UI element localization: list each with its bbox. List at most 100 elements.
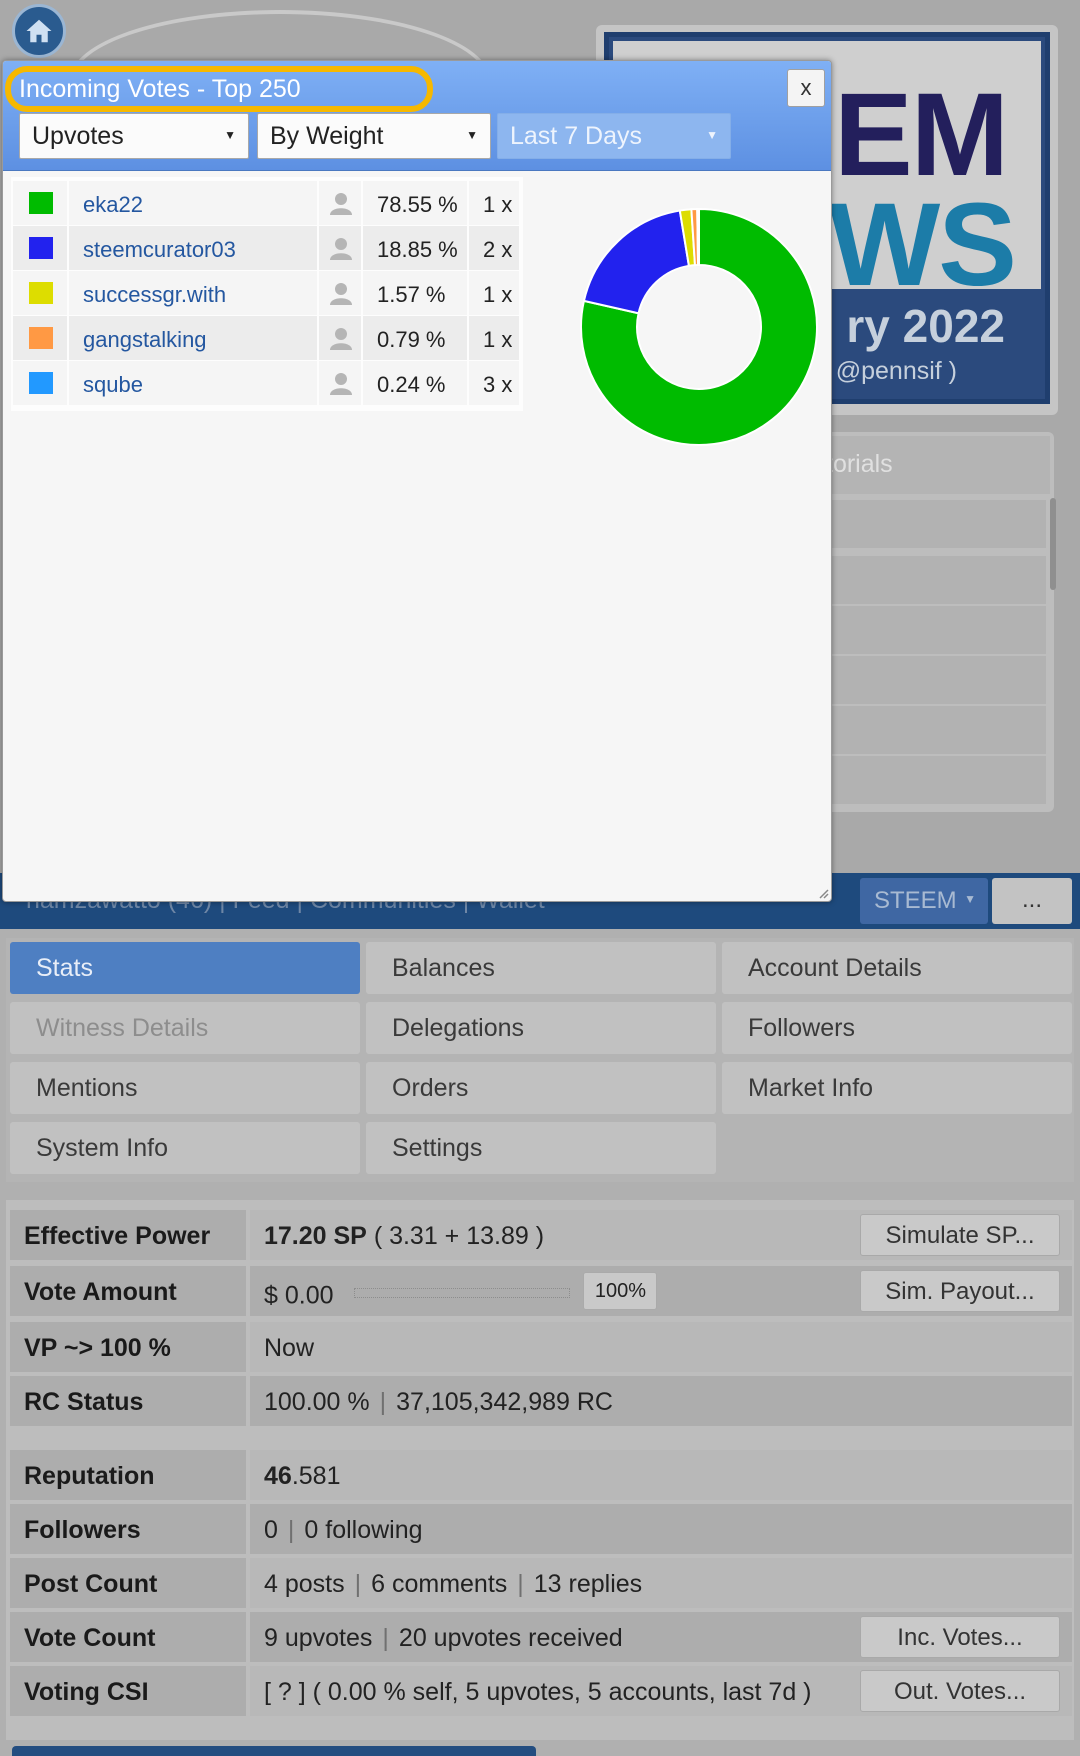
comments-count: 6 comments — [371, 1570, 508, 1598]
side-scrollbar[interactable] — [1050, 498, 1056, 590]
reputation-decimal: .581 — [291, 1462, 341, 1490]
user-icon[interactable] — [329, 236, 353, 260]
side-list-item[interactable] — [826, 606, 1046, 654]
stat-followers: Followers 0 | 0 following — [10, 1504, 1072, 1554]
donut-slice-steemcurator03[interactable] — [582, 209, 691, 315]
vote-percent: 0.24 % — [363, 361, 467, 405]
side-list-item[interactable] — [826, 500, 1046, 548]
vote-percent: 1.57 % — [363, 271, 467, 315]
sim-payout-button[interactable]: Sim. Payout... — [860, 1270, 1060, 1312]
stat-label: Voting CSI — [10, 1666, 246, 1716]
donut-slice-sqube[interactable] — [696, 207, 700, 267]
incoming-votes-dialog: Incoming Votes - Top 250 x Upvotes ▼ By … — [2, 60, 832, 902]
vote-count: 1 x — [469, 316, 519, 360]
tab-followers[interactable]: Followers — [722, 1002, 1072, 1054]
upvotes-received: 20 upvotes received — [398, 1624, 623, 1652]
voter-link[interactable]: eka22 — [69, 181, 317, 225]
rc-percent: 100.00 % — [264, 1388, 370, 1416]
currency-select[interactable]: STEEM ▼ — [860, 878, 988, 924]
tab-orders[interactable]: Orders — [366, 1062, 716, 1114]
vote-count: 3 x — [469, 361, 519, 405]
bottom-bar — [12, 1746, 536, 1756]
replies-count: 13 replies — [533, 1570, 643, 1598]
close-button[interactable]: x — [787, 69, 825, 107]
vote-weight-input[interactable]: 100% — [583, 1272, 658, 1310]
table-row: successgr.with 1.57 % 1 x — [13, 271, 519, 315]
banner-user: @pennsif ) — [835, 357, 957, 385]
tab-delegations[interactable]: Delegations — [366, 1002, 716, 1054]
user-icon[interactable] — [329, 371, 353, 395]
vote-type-value: Upvotes — [32, 122, 124, 150]
home-button[interactable] — [12, 4, 66, 58]
stat-label: Reputation — [10, 1450, 246, 1500]
more-button[interactable]: ... — [992, 878, 1072, 924]
tab-stats[interactable]: Stats — [10, 942, 360, 994]
stat-label: RC Status — [10, 1376, 246, 1426]
sort-value: By Weight — [270, 122, 384, 150]
user-icon[interactable] — [329, 326, 353, 350]
stat-label: Followers — [10, 1504, 246, 1554]
banner-year: ry 2022 — [846, 300, 1005, 352]
voter-link[interactable]: steemcurator03 — [69, 226, 317, 270]
stat-label: VP ~> 100 % — [10, 1322, 246, 1372]
side-tab-tutorials[interactable]: torials — [826, 436, 1050, 494]
chevron-down-icon: ▼ — [224, 128, 236, 142]
followers-count: 0 — [264, 1516, 278, 1544]
voter-link[interactable]: gangstalking — [69, 316, 317, 360]
vote-percent: 18.85 % — [363, 226, 467, 270]
following-count: 0 following — [304, 1516, 423, 1544]
user-icon[interactable] — [329, 281, 353, 305]
voter-link[interactable]: successgr.with — [69, 271, 317, 315]
tab-witness-details[interactable]: Witness Details — [10, 1002, 360, 1054]
banner-word: WS — [828, 179, 1017, 311]
currency-select-value: STEEM — [874, 887, 957, 914]
color-swatch — [29, 192, 53, 214]
period-value: Last 7 Days — [510, 122, 643, 150]
stat-value: 100.00 % | 37,105,342,989 RC — [250, 1376, 1072, 1426]
side-list-item[interactable] — [826, 706, 1046, 754]
side-list-item[interactable] — [826, 756, 1046, 804]
stat-value: 4 posts | 6 comments | 13 replies — [250, 1558, 1072, 1608]
table-row: gangstalking 0.79 % 1 x — [13, 316, 519, 360]
out-votes-button[interactable]: Out. Votes... — [860, 1670, 1060, 1712]
table-row: sqube 0.24 % 3 x — [13, 361, 519, 405]
tab-market-info[interactable]: Market Info — [722, 1062, 1072, 1114]
tab-system-info[interactable]: System Info — [10, 1122, 360, 1174]
side-list-item[interactable] — [826, 656, 1046, 704]
stat-value: 46.581 — [250, 1450, 1072, 1500]
color-swatch — [29, 327, 53, 349]
stat-label: Vote Count — [10, 1612, 246, 1662]
voter-link[interactable]: sqube — [69, 361, 317, 405]
vote-percent: 0.79 % — [363, 316, 467, 360]
color-swatch — [29, 282, 53, 304]
simulate-sp-button[interactable]: Simulate SP... — [860, 1214, 1060, 1256]
vote-weight-slider[interactable] — [354, 1288, 571, 1298]
color-swatch — [29, 237, 53, 259]
effective-power-sp: 17.20 SP — [264, 1222, 367, 1250]
effective-power-breakdown: ( 3.31 + 13.89 ) — [373, 1222, 545, 1250]
inc-votes-button[interactable]: Inc. Votes... — [860, 1616, 1060, 1658]
tab-mentions[interactable]: Mentions — [10, 1062, 360, 1114]
dialog-header[interactable]: Incoming Votes - Top 250 x Upvotes ▼ By … — [3, 61, 831, 171]
stat-value: Now — [250, 1322, 1072, 1372]
period-select[interactable]: Last 7 Days ▼ — [497, 113, 731, 159]
vote-count: 2 x — [469, 226, 519, 270]
vote-count: 1 x — [469, 271, 519, 315]
stat-value: 0 | 0 following — [250, 1504, 1072, 1554]
side-list-item[interactable] — [826, 556, 1046, 604]
vote-type-select[interactable]: Upvotes ▼ — [19, 113, 249, 159]
stat-vote-amount: Vote Amount $ 0.00 100% Sim. Payout... — [10, 1266, 1072, 1316]
resize-handle-icon[interactable] — [817, 887, 829, 899]
chevron-down-icon: ▼ — [466, 128, 478, 142]
chevron-down-icon: ▼ — [706, 128, 718, 142]
home-icon — [26, 19, 52, 43]
tab-settings[interactable]: Settings — [366, 1122, 716, 1174]
sort-select[interactable]: By Weight ▼ — [257, 113, 491, 159]
vote-percent: 78.55 % — [363, 181, 467, 225]
color-swatch — [29, 372, 53, 394]
user-icon[interactable] — [329, 191, 353, 215]
tab-account-details[interactable]: Account Details — [722, 942, 1072, 994]
stat-label: Vote Amount — [10, 1266, 246, 1316]
tab-balances[interactable]: Balances — [366, 942, 716, 994]
vote-amount-value: $ 0.00 — [264, 1281, 334, 1310]
